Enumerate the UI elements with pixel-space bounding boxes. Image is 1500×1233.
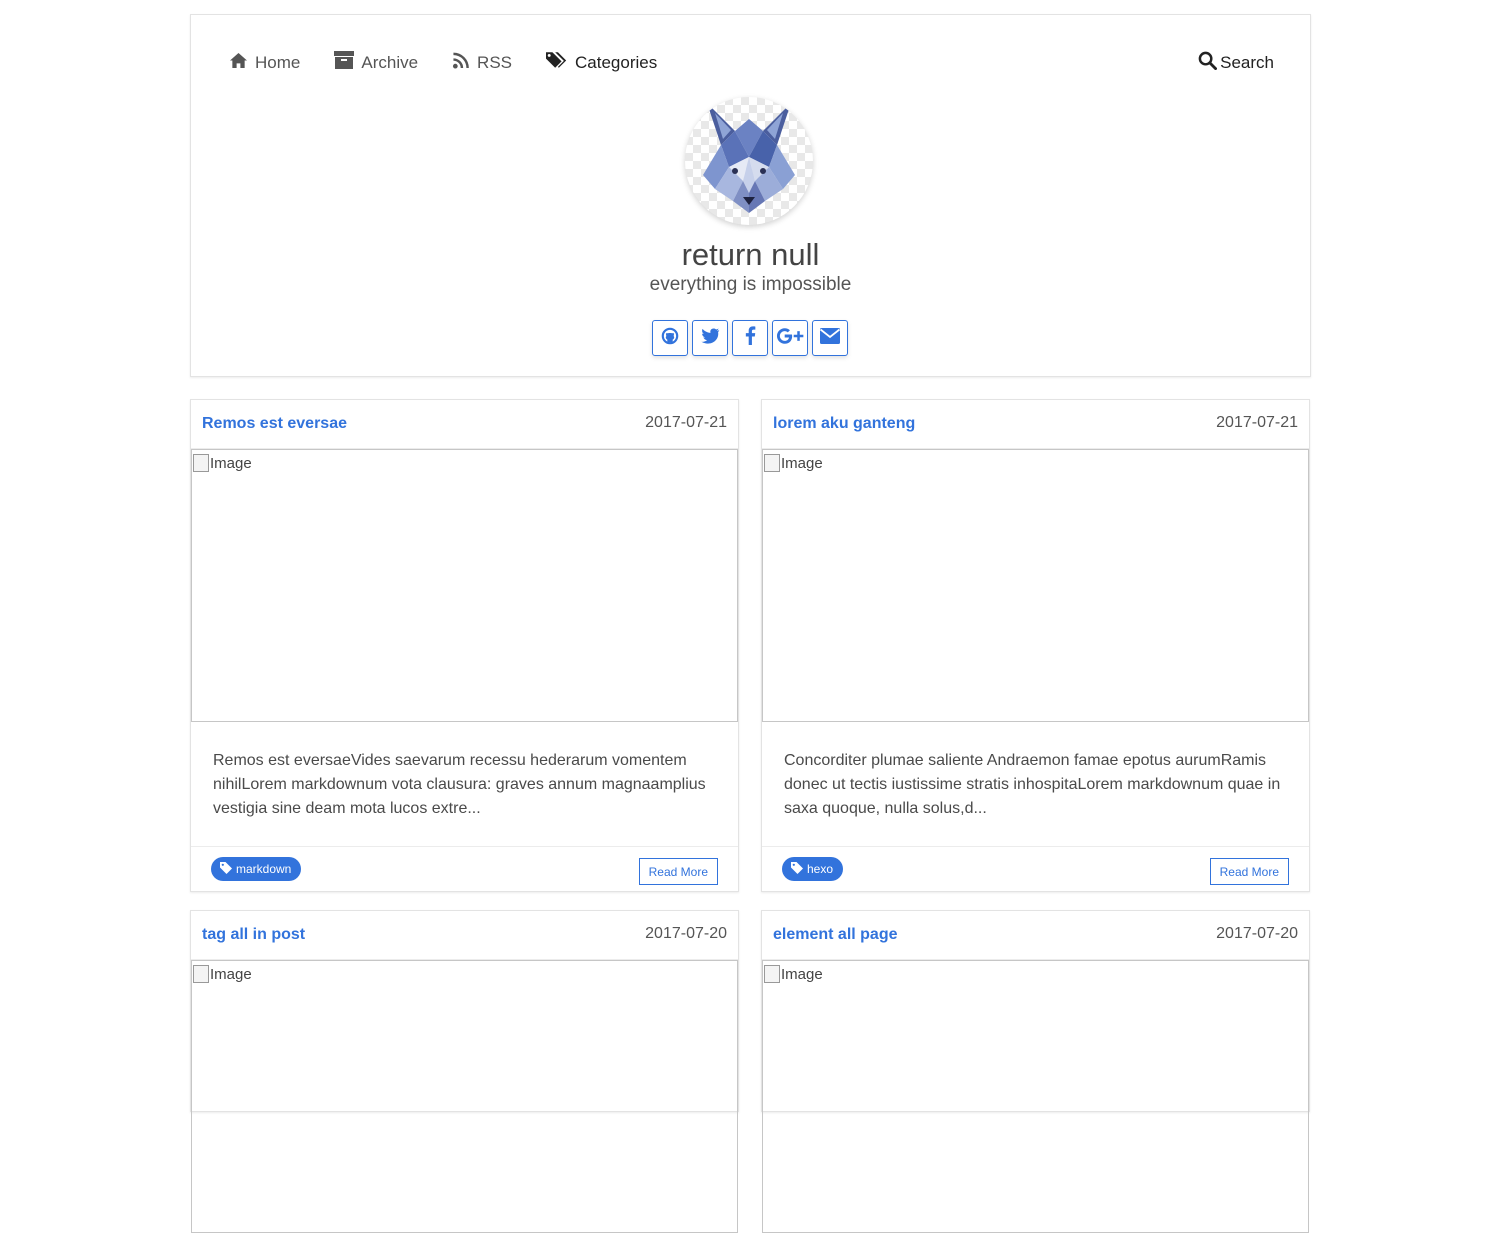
page-container: Home Archive RSS Categories Search retur… [190,14,1311,377]
post-card: lorem aku ganteng 2017-07-21 Image Conco… [761,399,1310,892]
post-date: 2017-07-20 [1216,925,1298,942]
post-image[interactable]: Image [191,449,738,722]
nav-item-categories[interactable]: Categories [546,51,657,74]
broken-image-placeholder: Image [764,965,823,983]
google-plus-button[interactable] [772,320,808,356]
github-icon [661,327,679,350]
github-button[interactable] [652,320,688,356]
broken-image-placeholder: Image [193,454,252,472]
site-title: return null [681,237,820,272]
image-alt-text: Image [210,454,252,472]
read-more-button[interactable]: Read More [638,858,718,885]
tag-icon [791,861,807,877]
post-card: element all page 2017-07-20 Image [761,910,1310,1233]
facebook-button[interactable] [732,320,768,356]
post-card: tag all in post 2017-07-20 Image [190,910,739,1233]
google-plus-icon [776,327,805,350]
broken-image-icon [764,454,780,472]
post-title-link[interactable]: tag all in post [202,926,305,944]
nav-item-label: Archive [361,52,419,72]
post-card-footer: hexo Read More [762,846,1309,891]
post-image[interactable]: Image [762,449,1309,722]
post-date: 2017-07-21 [645,414,727,431]
nav-item-home[interactable]: Home [229,52,300,74]
post-title-link[interactable]: lorem aku ganteng [773,415,915,433]
post-date: 2017-07-21 [1216,414,1298,431]
avatar [685,97,813,225]
post-excerpt: Remos est eversaeVides saevarum recessu … [213,752,706,817]
image-alt-text: Image [781,965,823,983]
archive-icon [334,51,361,74]
rss-icon [452,52,477,74]
header-card: Home Archive RSS Categories Search retur… [190,14,1311,377]
search-button[interactable]: Search [1198,51,1274,75]
site-subtitle: everything is impossible [649,274,852,295]
read-more-button[interactable]: Read More [1209,858,1289,885]
facebook-icon [745,326,756,350]
nav-item-label: Categories [575,52,658,72]
image-alt-text: Image [210,965,252,983]
post-card-header: tag all in post 2017-07-20 [191,911,738,960]
nav-item-label: Home [255,52,301,72]
post-card: Remos est eversae 2017-07-21 Image Remos… [190,399,739,892]
main-nav: Home Archive RSS Categories [229,51,691,74]
social-links [652,320,852,356]
post-image[interactable]: Image [191,960,738,1233]
home-icon [229,52,255,74]
post-card-header: lorem aku ganteng 2017-07-21 [762,400,1309,449]
post-image[interactable]: Image [762,960,1309,1233]
search-icon [1198,51,1220,75]
tags-icon [546,51,575,74]
twitter-button[interactable] [692,320,728,356]
tag-badge[interactable]: hexo [782,857,844,881]
search-label: Search [1220,53,1274,72]
post-card-header: element all page 2017-07-20 [762,911,1309,960]
image-alt-text: Image [781,454,823,472]
nav-item-rss[interactable]: RSS [452,52,512,74]
wolf-logo-icon [703,103,795,213]
tag-label: markdown [236,862,292,876]
post-card-header: Remos est eversae 2017-07-21 [191,400,738,449]
tag-label: hexo [807,862,834,876]
twitter-icon [700,327,720,349]
envelope-icon [819,327,841,349]
broken-image-icon [193,965,209,983]
nav-item-archive[interactable]: Archive [334,51,418,74]
post-title-link[interactable]: Remos est eversae [202,415,347,433]
post-card-footer: markdown Read More [191,846,738,891]
broken-image-icon [193,454,209,472]
email-button[interactable] [812,320,848,356]
post-date: 2017-07-20 [645,925,727,942]
tag-badge[interactable]: markdown [211,857,302,881]
tag-icon [220,861,236,877]
broken-image-placeholder: Image [764,454,823,472]
post-excerpt: Concorditer plumae saliente Andraemon fa… [784,752,1281,817]
broken-image-placeholder: Image [193,965,252,983]
broken-image-icon [764,965,780,983]
nav-item-label: RSS [477,52,513,72]
post-title-link[interactable]: element all page [773,926,898,944]
